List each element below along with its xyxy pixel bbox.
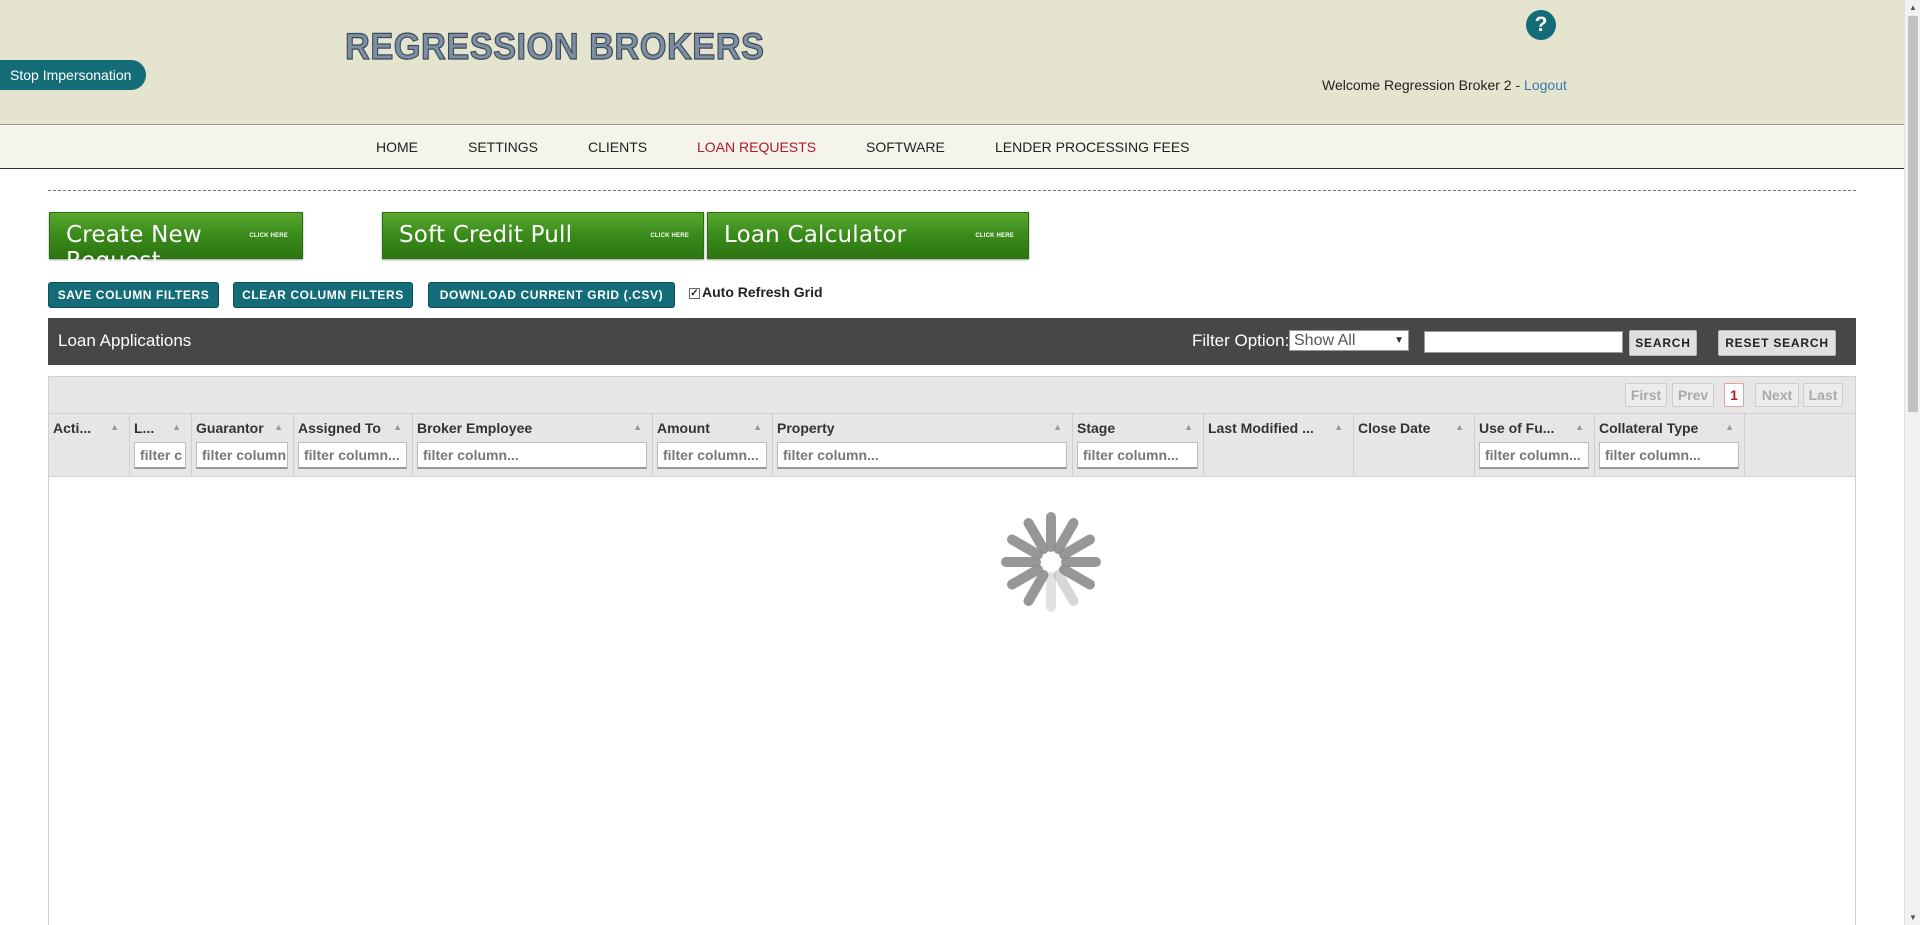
soft-credit-pull-label: Soft Credit Pull [399,222,573,248]
pager-first[interactable]: First [1625,383,1667,407]
site-logo[interactable]: REGRESSION BROKERS [344,25,764,68]
click-here-hint: CLICK HERE [650,233,689,239]
search-input[interactable] [1424,331,1623,353]
clear-column-filters-button[interactable]: CLEAR COLUMN FILTERS [233,282,413,308]
welcome-label: Welcome Regression Broker 2 - [1322,77,1525,93]
column-label: Broker Employee [417,420,533,436]
loan-calculator-button[interactable]: Loan Calculator CLICK HERE [707,212,1029,259]
download-grid-csv-button[interactable]: DOWNLOAD CURRENT GRID (.CSV) [428,282,675,308]
search-button[interactable]: SEARCH [1629,330,1697,356]
sort-icon[interactable]: ▲ [1184,422,1193,432]
filter-option-label: Filter Option: [1192,331,1290,350]
page-scrollbar[interactable]: ▲ ▼ [1904,0,1920,925]
column-filter-input[interactable]: filter column... [1599,442,1739,469]
scrollbar-thumb[interactable] [1908,16,1918,412]
sort-icon[interactable]: ▲ [633,422,642,432]
nav-software[interactable]: SOFTWARE [866,126,945,168]
save-column-filters-button[interactable]: SAVE COLUMN FILTERS [48,282,219,308]
column-label: L... [134,420,155,436]
sort-icon[interactable]: ▲ [1455,422,1464,432]
page: Stop Impersonation REGRESSION BROKERS ? … [0,0,1920,925]
column-use-of-funds[interactable]: Use of Fu... ▲ filter column... [1475,414,1595,477]
create-new-request-label: Create New Request [66,222,202,274]
column-filter-input[interactable]: filter c [134,442,186,469]
auto-refresh-toggle[interactable]: ✓ Auto Refresh Grid [689,284,823,300]
nav-loan-requests[interactable]: LOAN REQUESTS [697,126,816,168]
main-nav: HOME SETTINGS CLIENTS LOAN REQUESTS SOFT… [0,126,1904,169]
column-filter-input[interactable]: filter column... [657,442,767,469]
site-header: Stop Impersonation REGRESSION BROKERS ? … [0,0,1904,125]
sort-icon[interactable]: ▲ [1575,422,1584,432]
nav-home[interactable]: HOME [376,126,418,168]
logout-link[interactable]: Logout [1524,77,1567,93]
column-label: Close Date [1358,420,1431,436]
column-broker-employee[interactable]: Broker Employee ▲ filter column... [413,414,653,477]
column-label: Last Modified ... [1208,420,1314,436]
pager-next[interactable]: Next [1755,383,1799,407]
loan-applications-grid: First Prev 1 Next Last Acti... ▲ L... ▲ … [48,376,1856,925]
divider [48,190,1856,191]
click-here-hint: CLICK HERE [249,233,288,239]
sort-icon[interactable]: ▲ [274,422,283,432]
column-label: Property [777,420,835,436]
column-guarantor[interactable]: Guarantor ▲ filter column [192,414,294,477]
column-close-date[interactable]: Close Date ▲ [1354,414,1475,477]
pager: First Prev 1 Next Last [49,377,1855,414]
column-last-modified[interactable]: Last Modified ... ▲ [1204,414,1354,477]
nav-lender-processing-fees[interactable]: LENDER PROCESSING FEES [995,126,1190,168]
column-filter-input[interactable]: filter column... [298,442,407,469]
scroll-up-icon[interactable]: ▲ [1909,3,1917,12]
column-amount[interactable]: Amount ▲ filter column... [653,414,773,477]
welcome-text: Welcome Regression Broker 2 - Logout [1322,77,1567,93]
sort-icon[interactable]: ▲ [172,422,181,432]
stop-impersonation-button[interactable]: Stop Impersonation [0,60,146,90]
column-label: Guarantor [196,420,264,436]
loan-calculator-label: Loan Calculator [724,222,907,248]
reset-search-button[interactable]: RESET SEARCH [1718,330,1836,356]
auto-refresh-label: Auto Refresh Grid [702,284,823,300]
sort-icon[interactable]: ▲ [753,422,762,432]
column-label: Amount [657,420,710,436]
scroll-down-icon[interactable]: ▼ [1909,913,1917,922]
column-filter-input[interactable]: filter column... [1479,442,1589,469]
click-here-hint: CLICK HERE [975,233,1014,239]
column-collateral-type[interactable]: Collateral Type ▲ filter column... [1595,414,1745,477]
column-filter-input[interactable]: filter column [196,442,288,469]
column-label: Collateral Type [1599,420,1699,436]
column-filter-input[interactable]: filter column... [1077,442,1198,469]
grid-title: Loan Applications [58,331,192,350]
column-property[interactable]: Property ▲ filter column... [773,414,1073,477]
auto-refresh-checkbox[interactable]: ✓ [689,288,700,299]
column-filter-input[interactable]: filter column... [417,442,647,469]
nav-settings[interactable]: SETTINGS [468,126,538,168]
column-actions[interactable]: Acti... ▲ [49,414,130,477]
sort-icon[interactable]: ▲ [1725,422,1734,432]
filter-option-select[interactable]: Show All ▼ [1289,330,1409,351]
column-filter-input[interactable]: filter column... [777,442,1067,469]
pager-current-page[interactable]: 1 [1724,383,1744,407]
filter-option-value: Show All [1294,332,1356,349]
column-headers: Acti... ▲ L... ▲ filter c Guarantor ▲ fi… [49,414,1855,477]
sort-icon[interactable]: ▲ [110,422,119,432]
sort-icon[interactable]: ▲ [1053,422,1062,432]
column-stage[interactable]: Stage ▲ filter column... [1073,414,1204,477]
sort-icon[interactable]: ▲ [1334,422,1343,432]
pager-prev[interactable]: Prev [1672,383,1714,407]
create-new-request-button[interactable]: Create New Request CLICK HERE [49,212,303,274]
chevron-down-icon: ▼ [1394,335,1404,346]
column-assigned-to[interactable]: Assigned To ▲ filter column... [294,414,413,477]
help-icon[interactable]: ? [1526,10,1556,40]
nav-clients[interactable]: CLIENTS [588,126,647,168]
column-label: Assigned To [298,420,381,436]
column-label: Stage [1077,420,1116,436]
column-label: Use of Fu... [1479,420,1555,436]
column-loan[interactable]: L... ▲ filter c [130,414,192,477]
pager-last[interactable]: Last [1803,383,1843,407]
soft-credit-pull-button[interactable]: Soft Credit Pull CLICK HERE [382,212,704,259]
grid-toolbar: Loan Applications Filter Option: Show Al… [48,318,1856,365]
sort-icon[interactable]: ▲ [393,422,402,432]
column-label: Acti... [53,420,92,436]
